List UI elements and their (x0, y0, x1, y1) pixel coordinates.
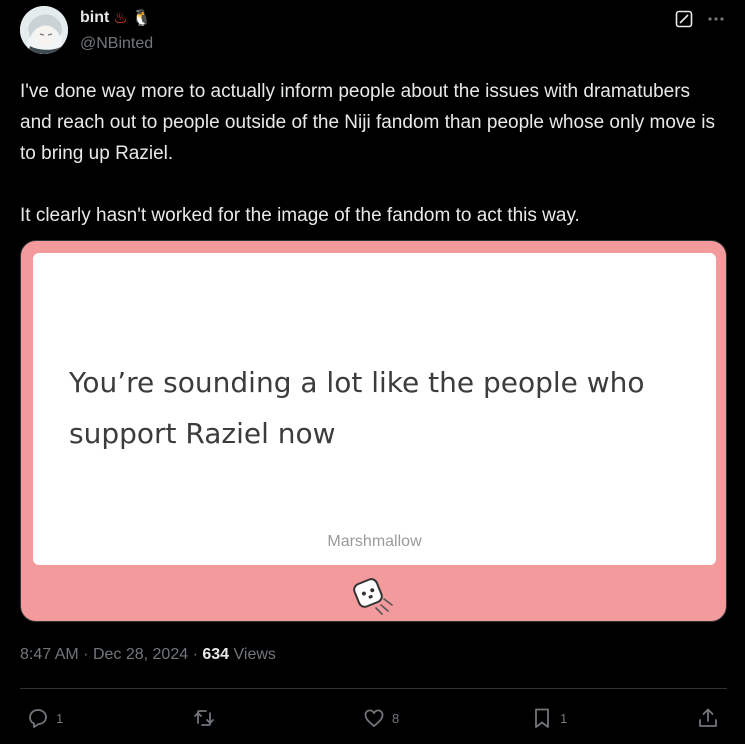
reply-button[interactable]: 1 (26, 706, 63, 730)
display-name-text: bint (80, 9, 110, 26)
views-count: 634 (202, 646, 230, 663)
tweet-meta: 8:47 AM · Dec 28, 2024 · 634 Views (20, 646, 276, 664)
retweet-button[interactable] (192, 706, 216, 730)
hot-springs-emoji: ♨ (113, 8, 128, 27)
grok-icon[interactable] (675, 10, 693, 28)
bookmark-icon (535, 708, 549, 728)
divider (20, 688, 727, 689)
avatar[interactable] (20, 6, 68, 54)
like-count: 8 (392, 710, 400, 726)
tweet-text: I've done way more to actually inform pe… (20, 76, 720, 231)
share-icon (699, 708, 717, 727)
brand-label: Marshmallow (327, 533, 422, 550)
marshmallow-mascot-icon (353, 578, 393, 615)
reply-icon (29, 709, 47, 728)
retweet-icon (194, 710, 214, 726)
tweet-time[interactable]: 8:47 AM (20, 646, 79, 663)
views-label: Views (233, 646, 276, 663)
user-handle[interactable]: @NBinted (80, 35, 153, 53)
question-card: You’re sounding a lot like the people wh… (33, 253, 716, 565)
tweet: bint ♨ 🐧 @NBinted I've done way more to … (0, 0, 745, 744)
penguin-emoji: 🐧 (131, 8, 152, 27)
media-image[interactable]: You’re sounding a lot like the people wh… (20, 240, 727, 622)
tweet-paragraph: It clearly hasn't worked for the image o… (20, 205, 580, 226)
heart-icon (364, 709, 384, 727)
tweet-date[interactable]: Dec 28, 2024 (93, 646, 188, 663)
meta-separator: · (83, 646, 89, 663)
question-text: You’re sounding a lot like the people wh… (69, 366, 645, 450)
bookmark-button[interactable]: 1 (530, 706, 567, 730)
tweet-paragraph: I've done way more to actually inform pe… (20, 81, 716, 164)
display-name[interactable]: bint ♨ 🐧 (80, 9, 152, 27)
bookmark-count: 1 (560, 710, 568, 726)
like-button[interactable]: 8 (362, 706, 399, 730)
avatar-image (20, 6, 68, 54)
more-icon[interactable] (706, 9, 726, 29)
reply-count: 1 (56, 710, 64, 726)
meta-separator: · (192, 646, 198, 663)
share-button[interactable] (696, 706, 720, 730)
